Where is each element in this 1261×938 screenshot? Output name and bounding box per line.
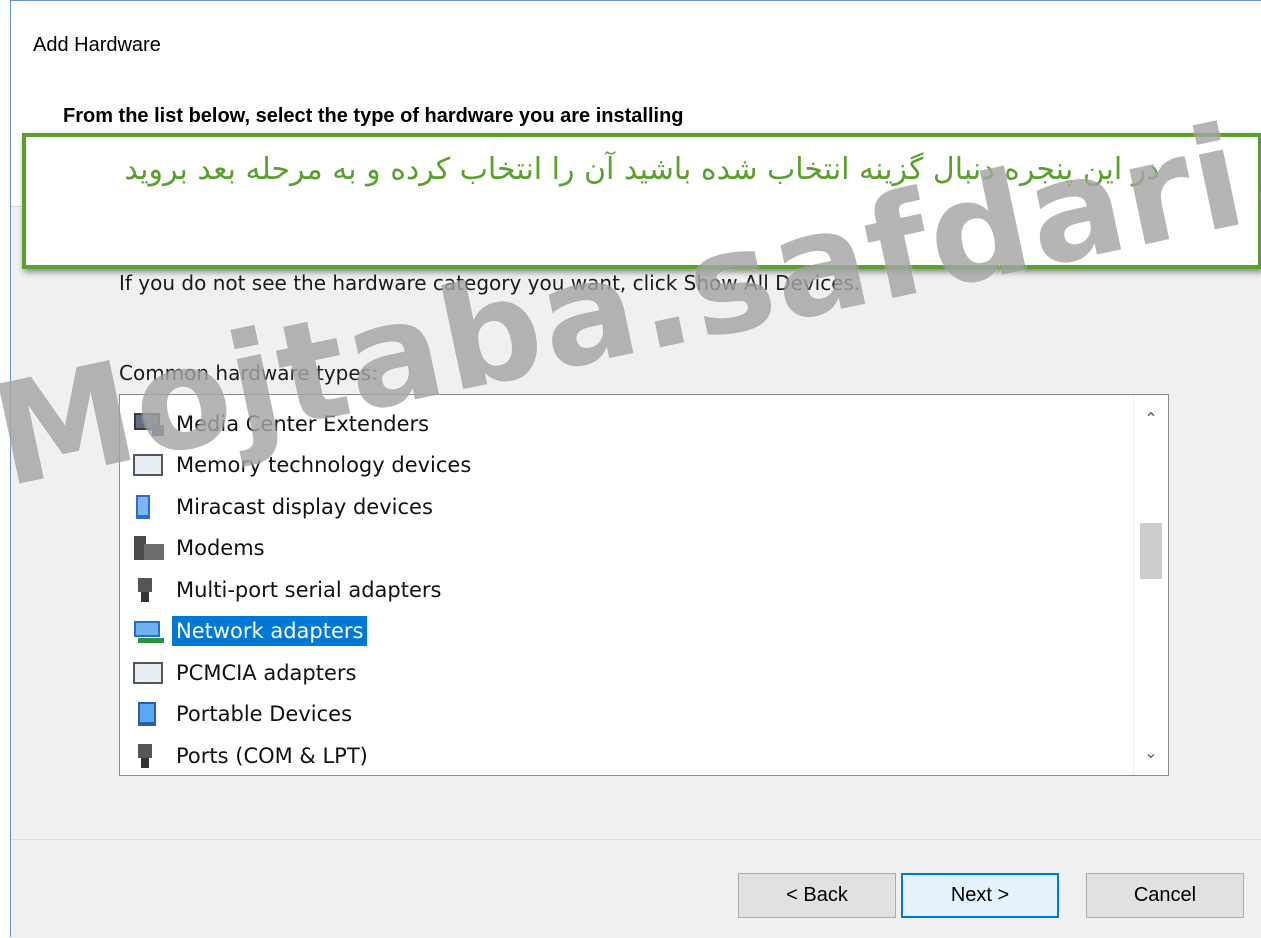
list-item[interactable]: PCMCIA adapters — [120, 652, 1120, 694]
list-item[interactable]: Modems — [120, 528, 1120, 570]
page-heading: From the list below, select the type of … — [63, 105, 684, 127]
chevron-up-icon[interactable]: ⌃ — [1134, 405, 1168, 435]
list-scrollbar[interactable]: ⌃ ⌄ — [1133, 395, 1168, 775]
next-button[interactable]: Next > — [901, 873, 1059, 918]
hint-text: If you do not see the hardware category … — [119, 271, 861, 295]
serial-port-icon — [132, 576, 166, 604]
list-label: Common hardware types: — [119, 361, 378, 385]
network-adapter-icon — [132, 617, 166, 645]
list-item-selected[interactable]: Network adapters — [120, 611, 1120, 653]
window-title: Add Hardware — [33, 34, 161, 56]
list-item[interactable]: Media Center Extenders — [120, 403, 1120, 445]
port-icon — [132, 742, 166, 770]
annotation-callout: در این پنجره دنبال گزینه انتخاب شده باشی… — [22, 133, 1261, 269]
list-item[interactable]: Portable Devices — [120, 694, 1120, 736]
button-bar — [11, 840, 1261, 938]
modem-icon — [132, 534, 166, 562]
scroll-thumb[interactable] — [1140, 523, 1162, 579]
media-center-icon — [132, 410, 166, 438]
hardware-type-list[interactable]: Media Center Extenders Memory technology… — [119, 394, 1169, 776]
list-item[interactable]: Miracast display devices — [120, 486, 1120, 528]
list-item[interactable]: Ports (COM & LPT) — [120, 735, 1120, 775]
portable-device-icon — [132, 700, 166, 728]
pcmcia-icon — [132, 659, 166, 687]
chevron-down-icon[interactable]: ⌄ — [1134, 739, 1168, 769]
list-item[interactable]: Multi-port serial adapters — [120, 569, 1120, 611]
list-item[interactable]: Memory technology devices — [120, 445, 1120, 487]
back-button[interactable]: < Back — [738, 873, 896, 918]
memory-device-icon — [132, 451, 166, 479]
miracast-icon — [132, 493, 166, 521]
cancel-button[interactable]: Cancel — [1086, 873, 1244, 918]
